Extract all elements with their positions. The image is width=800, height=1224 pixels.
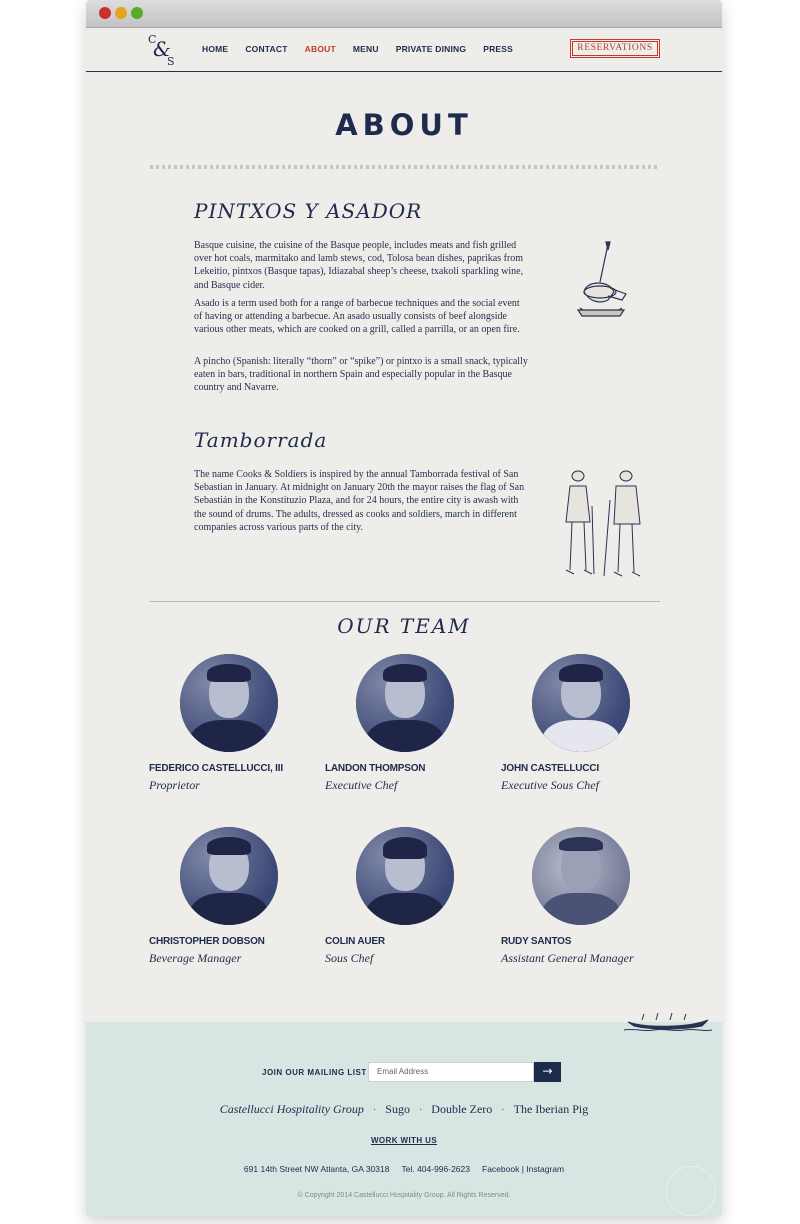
pintxos-paragraph-2: Asado is a term used both for a range of… [194,298,520,336]
social-links[interactable]: Facebook | Instagram [482,1164,564,1174]
mailing-list-label: JOIN OUR MAILING LIST [262,1068,367,1077]
email-submit-button[interactable]: → [534,1062,561,1082]
team-member-role: Executive Sous Chef [501,778,599,792]
decorative-divider [150,165,660,169]
rowboat-illustration [623,1012,713,1032]
team-photo-landon [356,654,454,752]
team-member-name: LANDON THOMPSON [325,763,426,774]
window-titlebar [86,0,722,28]
site-header: C & S HOME CONTACT ABOUT MENU PRIVATE DINING… [86,27,722,72]
team-member-role: Assistant General Manager [501,951,634,965]
zoom-window-button[interactable] [131,7,143,19]
team-member-role: Proprietor [149,778,200,792]
brand-separator: · [501,1105,505,1116]
team-member-name: CHRISTOPHER DOBSON [149,936,265,947]
browser-window: C & S HOME CONTACT ABOUT MENU PRIVATE DINING… [86,0,722,1216]
pintxos-paragraph-1: Basque cuisine, the cuisine of the Basqu… [194,240,524,291]
brand-links: Castellucci Hospitality Group · Sugo · Doubl… [86,1102,722,1117]
team-member-role: Beverage Manager [149,951,242,965]
nav-home-link[interactable]: HOME [202,44,228,54]
work-with-us-link[interactable]: WORK WITH US [371,1136,437,1145]
contact-info: 691 14th Street NW Atlanta, GA 30318 Tel.… [86,1164,722,1174]
brand-link-castellucci[interactable]: Castellucci Hospitality Group [220,1102,364,1116]
brand-separator: · [372,1105,377,1116]
nav-contact-link[interactable]: CONTACT [245,44,287,54]
team-member-name: FEDERICO CASTELLUCCI, III [149,763,283,774]
reservations-button[interactable]: RESERVATIONS [570,39,660,58]
main-nav: HOME CONTACT ABOUT MENU PRIVATE DINING PRESS [202,44,530,54]
team-photo-colin [356,827,454,925]
nav-press-link[interactable]: PRESS [483,44,513,54]
nav-menu-link[interactable]: MENU [353,44,379,54]
team-photo-christopher [180,827,278,925]
team-photo-federico [180,654,278,752]
team-member-name: JOHN CASTELLUCCI [501,763,599,774]
team-photo-john [532,654,630,752]
section-heading-pintxos: PINTXOS Y ASADOR [194,199,423,223]
phone-link[interactable]: Tel. 404-996-2623 [401,1164,470,1174]
brand-separator: · [418,1105,423,1116]
brand-link-sugo[interactable]: Sugo [385,1102,410,1116]
team-member-name: COLIN AUER [325,936,385,947]
brand-link-double-zero[interactable]: Double Zero [431,1102,492,1116]
work-with-us-row: WORK WITH US [86,1136,722,1145]
logo-letter-s: S [167,55,175,68]
page-title: ABOUT [335,108,473,142]
team-member-name: RUDY SANTOS [501,936,572,947]
brand-link-iberian-pig[interactable]: The Iberian Pig [514,1102,589,1116]
team-member-role: Sous Chef [325,951,374,965]
cooks-soldiers-illustration [565,470,641,577]
team-member-role: Executive Chef [325,778,398,792]
pintxos-paragraph-3: A pincho (Spanish: literally “thorn” or … [194,356,528,394]
cooks-soldiers-logo[interactable]: C & S [148,33,178,68]
anchor-seal-icon [666,1166,716,1216]
close-window-button[interactable] [99,7,111,19]
team-photo-rudy [532,827,630,925]
nav-private-dining-link[interactable]: PRIVATE DINING [396,44,467,54]
tamborrada-paragraph: The name Cooks & Soldiers is inspired by… [194,469,525,533]
address-text: 691 14th Street NW Atlanta, GA 30318 [243,1164,390,1174]
site-footer: JOIN OUR MAILING LIST Email Address → Ca… [86,1012,722,1216]
our-team-heading: OUR TEAM [337,614,471,638]
email-input[interactable]: Email Address [368,1062,534,1082]
copyright-text: © Copyright 2014 Castellucci Hospitality… [297,1192,511,1199]
grill-tool-illustration [576,241,627,317]
section-heading-tamborrada: Tamborrada [194,428,328,452]
nav-about-link[interactable]: ABOUT [305,44,336,54]
section-divider [150,601,660,602]
arrow-right-icon: → [542,1064,553,1078]
minimize-window-button[interactable] [115,7,127,19]
